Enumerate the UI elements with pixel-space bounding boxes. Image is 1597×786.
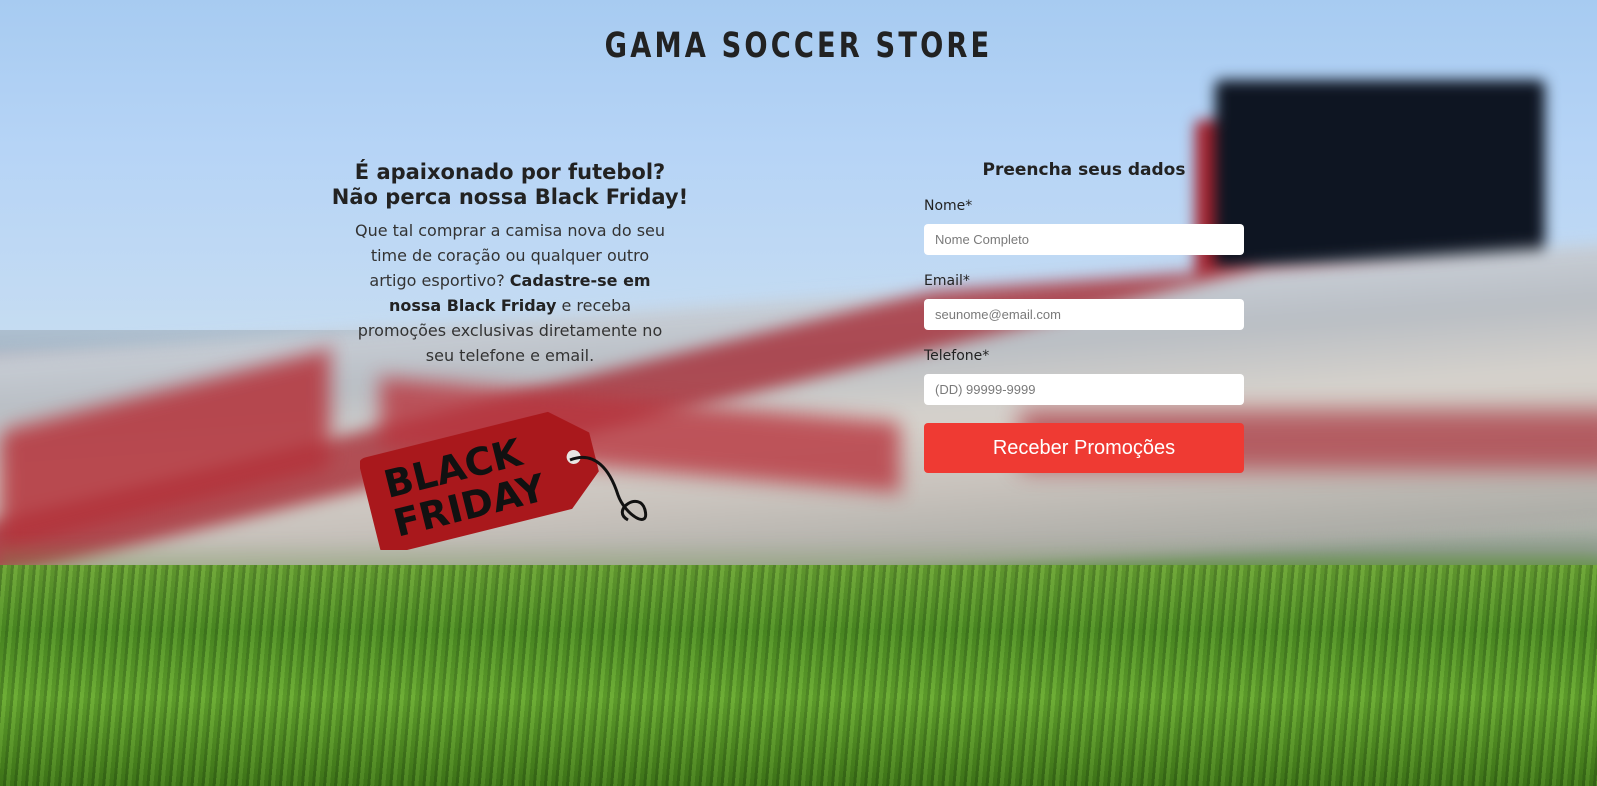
grass-field — [0, 565, 1597, 786]
scoreboard — [1215, 80, 1545, 270]
promo-text: Que tal comprar a camisa nova do seu tim… — [345, 218, 675, 368]
promo-heading: É apaixonado por futebol? Não perca noss… — [330, 160, 690, 210]
promo-heading-line1: É apaixonado por futebol? — [354, 160, 666, 184]
phone-input[interactable] — [924, 374, 1244, 405]
stadium-background — [0, 0, 1597, 786]
promo-section: É apaixonado por futebol? Não perca noss… — [330, 160, 690, 368]
store-title: GAMA SOCCER STORE — [604, 26, 993, 66]
signup-form: Preencha seus dados Nome* Email* Telefon… — [924, 160, 1244, 473]
submit-button[interactable]: Receber Promoções — [924, 423, 1244, 473]
black-friday-tag: BLACK FRIDAY — [360, 411, 648, 550]
name-input[interactable] — [924, 224, 1244, 255]
email-input[interactable] — [924, 299, 1244, 330]
promo-heading-line2: Não perca nossa Black Friday! — [331, 185, 689, 209]
name-label: Nome* — [924, 198, 973, 214]
phone-label: Telefone* — [924, 348, 990, 364]
email-label: Email* — [924, 273, 970, 289]
form-title: Preencha seus dados — [982, 160, 1186, 180]
